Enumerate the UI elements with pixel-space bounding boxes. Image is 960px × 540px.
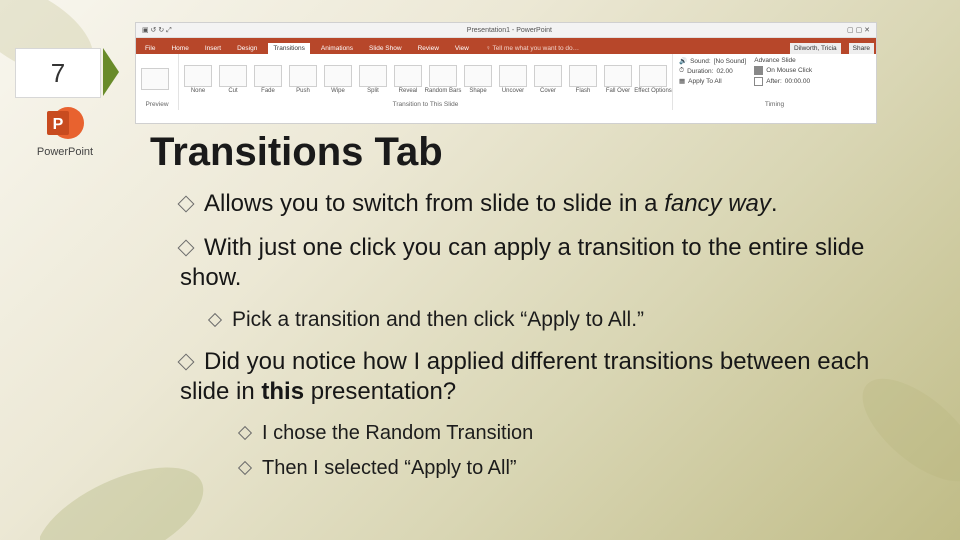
transition-thumb[interactable]: Flash — [568, 65, 598, 94]
ribbon-body: Preview None Cut Fade Push Wipe Split Re… — [136, 54, 876, 110]
gallery-caption: Transition to This Slide — [183, 101, 668, 108]
apply-to-all-button[interactable]: Apply To All — [688, 78, 721, 85]
powerpoint-logo: P PowerPoint — [10, 102, 120, 158]
bullet-level3: I chose the Random Transition — [240, 421, 920, 446]
advance-label: Advance Slide — [754, 57, 796, 64]
slide: 7 P PowerPoint ▣ ↺ ↻ ⤢ Presentation1 - P… — [0, 0, 960, 540]
diamond-bullet-icon — [208, 313, 222, 327]
diamond-bullet-icon — [178, 196, 195, 213]
clock-icon: ⏱ — [679, 67, 684, 75]
bullet-level1: Did you notice how I applied different t… — [180, 347, 920, 407]
duration-label: Duration: — [687, 68, 713, 75]
sound-value[interactable]: [No Sound] — [714, 58, 747, 65]
tab-design[interactable]: Design — [232, 43, 262, 54]
transition-thumb[interactable]: Fall Over — [603, 65, 633, 94]
tab-review[interactable]: Review — [413, 43, 444, 54]
on-click-label: On Mouse Click — [766, 67, 812, 74]
slide-title: Transitions Tab — [150, 130, 920, 175]
duration-value[interactable]: 02.00 — [716, 68, 732, 75]
tab-transitions[interactable]: Transitions — [268, 43, 310, 54]
tell-me[interactable]: ♀ Tell me what you want to do… — [480, 43, 784, 54]
diamond-bullet-icon — [178, 240, 195, 257]
slide-number: 7 — [15, 48, 101, 98]
transition-thumb[interactable]: Uncover — [498, 65, 528, 94]
tab-home[interactable]: Home — [166, 43, 193, 54]
bullet-level1: With just one click you can apply a tran… — [180, 233, 920, 293]
share-button[interactable]: Share — [849, 43, 874, 54]
sound-icon: 🔊 — [679, 57, 687, 65]
timing-group: 🔊Sound:[No Sound] ⏱Duration:02.00 ▦Apply… — [673, 54, 876, 110]
document-title: Presentation1 - PowerPoint — [172, 27, 847, 34]
ribbon-tabs: File Home Insert Design Transitions Anim… — [136, 38, 876, 54]
transition-thumb[interactable]: Random Bars — [428, 65, 458, 94]
transition-thumb[interactable]: Cover — [533, 65, 563, 94]
transition-thumb[interactable]: Push — [288, 65, 318, 94]
on-click-checkbox[interactable] — [754, 66, 763, 75]
title-bar: ▣ ↺ ↻ ⤢ Presentation1 - PowerPoint ▢ ▢ ✕ — [136, 23, 876, 38]
timing-caption: Timing — [679, 101, 870, 108]
window-controls[interactable]: ▢ ▢ ✕ — [847, 26, 870, 34]
transition-thumb[interactable]: Cut — [218, 65, 248, 94]
transition-thumb[interactable]: Reveal — [393, 65, 423, 94]
ribbon-screenshot: ▣ ↺ ↻ ⤢ Presentation1 - PowerPoint ▢ ▢ ✕… — [135, 22, 877, 124]
bullet-level2: Pick a transition and then click “Apply … — [210, 307, 920, 333]
transition-thumb[interactable]: Split — [358, 65, 388, 94]
after-value[interactable]: 00:00.00 — [785, 78, 810, 85]
transition-thumb[interactable]: None — [183, 65, 213, 94]
diamond-bullet-icon — [178, 354, 195, 371]
transition-thumb[interactable]: Wipe — [323, 65, 353, 94]
logo-label: PowerPoint — [37, 146, 93, 158]
tab-view[interactable]: View — [450, 43, 474, 54]
qat-icons: ▣ ↺ ↻ ⤢ — [142, 26, 172, 35]
preview-group: Preview — [136, 54, 179, 110]
tab-animations[interactable]: Animations — [316, 43, 358, 54]
diamond-bullet-icon — [238, 461, 252, 475]
after-label: After: — [766, 78, 782, 85]
slide-number-badge: 7 P PowerPoint — [10, 48, 120, 158]
transition-gallery: None Cut Fade Push Wipe Split Reveal Ran… — [183, 57, 668, 101]
body-content: Transitions Tab Allows you to switch fro… — [150, 130, 920, 491]
bullet-level3: Then I selected “Apply to All” — [240, 456, 920, 481]
user-name: Dilworth, Tricia — [790, 43, 841, 54]
tab-slideshow[interactable]: Slide Show — [364, 43, 407, 54]
preview-button[interactable] — [140, 68, 170, 90]
sound-label: Sound: — [690, 58, 711, 65]
transition-gallery-group: None Cut Fade Push Wipe Split Reveal Ran… — [179, 54, 673, 110]
tab-file[interactable]: File — [140, 43, 160, 54]
after-checkbox[interactable] — [754, 77, 763, 86]
effect-options-button[interactable]: Effect Options — [638, 65, 668, 94]
apply-all-icon: ▦ — [679, 77, 685, 85]
bullet-level1: Allows you to switch from slide to slide… — [180, 189, 920, 219]
transition-thumb[interactable]: Fade — [253, 65, 283, 94]
preview-caption: Preview — [140, 101, 174, 108]
diamond-bullet-icon — [238, 426, 252, 440]
tab-insert[interactable]: Insert — [200, 43, 226, 54]
svg-text:P: P — [53, 116, 64, 133]
transition-thumb[interactable]: Shape — [463, 65, 493, 94]
